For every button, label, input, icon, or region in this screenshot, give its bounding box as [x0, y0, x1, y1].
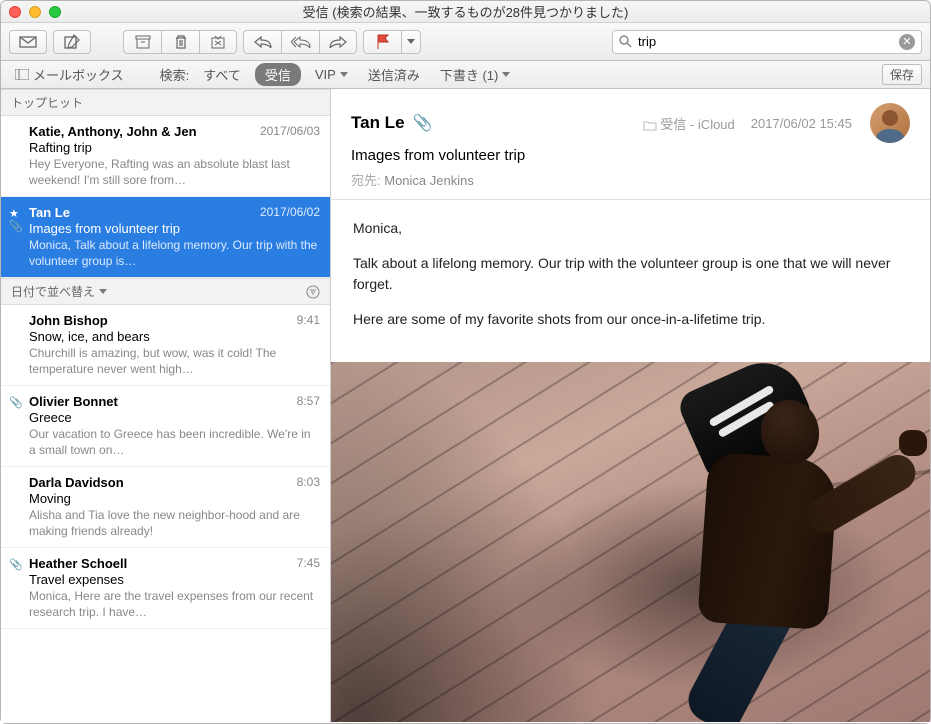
scope-drafts[interactable]: 下書き (1): [434, 63, 517, 86]
flag-menu-button[interactable]: [401, 30, 421, 54]
recipients: 宛先: Monica Jenkins: [351, 170, 910, 189]
clear-search-button[interactable]: ✕: [899, 34, 915, 50]
star-icon: ★: [9, 208, 19, 220]
flag-button[interactable]: [363, 30, 401, 54]
message-item[interactable]: Katie, Anthony, John & Jen2017/06/03 Raf…: [1, 116, 330, 197]
toolbar: ✕: [1, 23, 930, 61]
message-item[interactable]: 📎 Heather Schoell7:45 Travel expenses Mo…: [1, 548, 330, 629]
reply-all-button[interactable]: [281, 30, 319, 54]
scope-all[interactable]: すべて: [197, 63, 247, 86]
save-search-button[interactable]: 保存: [882, 64, 922, 85]
attachment-icon: 📎: [9, 558, 23, 571]
message-item[interactable]: Darla Davidson8:03 Moving Alisha and Tia…: [1, 467, 330, 548]
chevron-down-icon: [99, 289, 107, 295]
message-reader: Tan Le 📎 受信 - iCloud 2017/06/02 15:45 Im…: [331, 89, 930, 723]
archive-button[interactable]: [123, 30, 161, 54]
from-name: Tan Le: [351, 113, 405, 133]
message-header: Tan Le 📎 受信 - iCloud 2017/06/02 15:45 Im…: [331, 89, 930, 200]
message-body: Monica, Talk about a lifelong memory. Ou…: [331, 200, 930, 362]
scope-inbox[interactable]: 受信: [255, 63, 301, 86]
subject: Images from volunteer trip: [351, 147, 910, 164]
sort-header[interactable]: 日付で並べ替え: [1, 278, 330, 305]
window-title: 受信 (検索の結果、一致するものが28件見つかりました): [61, 2, 870, 21]
get-mail-button[interactable]: [9, 30, 47, 54]
filter-icon[interactable]: [306, 285, 320, 299]
message-item-selected[interactable]: ★📎 Tan Le2017/06/02 Images from voluntee…: [1, 197, 330, 278]
search-input[interactable]: [638, 34, 893, 49]
datetime-label: 2017/06/02 15:45: [751, 116, 852, 131]
forward-button[interactable]: [319, 30, 357, 54]
attached-image: [331, 362, 930, 722]
reply-button[interactable]: [243, 30, 281, 54]
titlebar: 受信 (検索の結果、一致するものが28件見つかりました): [1, 1, 930, 23]
delete-button[interactable]: [161, 30, 199, 54]
search-icon: [619, 35, 632, 48]
search-scope-label: 検索:: [160, 65, 190, 84]
scope-sent[interactable]: 送信済み: [362, 63, 426, 86]
attachment-icon: 📎: [9, 221, 23, 233]
filter-bar: メールボックス 検索: すべて 受信 VIP 送信済み 下書き (1) 保存: [1, 61, 930, 89]
junk-button[interactable]: [199, 30, 237, 54]
zoom-window-button[interactable]: [49, 6, 61, 18]
message-list: トップヒット Katie, Anthony, John & Jen2017/06…: [1, 89, 331, 723]
scope-vip[interactable]: VIP: [309, 65, 354, 84]
attachment-icon: 📎: [413, 113, 433, 133]
folder-label: 受信 - iCloud: [643, 114, 735, 133]
minimize-window-button[interactable]: [29, 6, 41, 18]
close-window-button[interactable]: [9, 6, 21, 18]
message-item[interactable]: John Bishop9:41 Snow, ice, and bears Chu…: [1, 305, 330, 386]
avatar: [870, 103, 910, 143]
search-field[interactable]: ✕: [612, 30, 922, 54]
attachment-icon: 📎: [9, 396, 23, 409]
top-hits-header: トップヒット: [1, 89, 330, 116]
mailboxes-button[interactable]: メールボックス: [9, 63, 130, 86]
message-item[interactable]: 📎 Olivier Bonnet8:57 Greece Our vacation…: [1, 386, 330, 467]
window-controls: [9, 6, 61, 18]
compose-button[interactable]: [53, 30, 91, 54]
